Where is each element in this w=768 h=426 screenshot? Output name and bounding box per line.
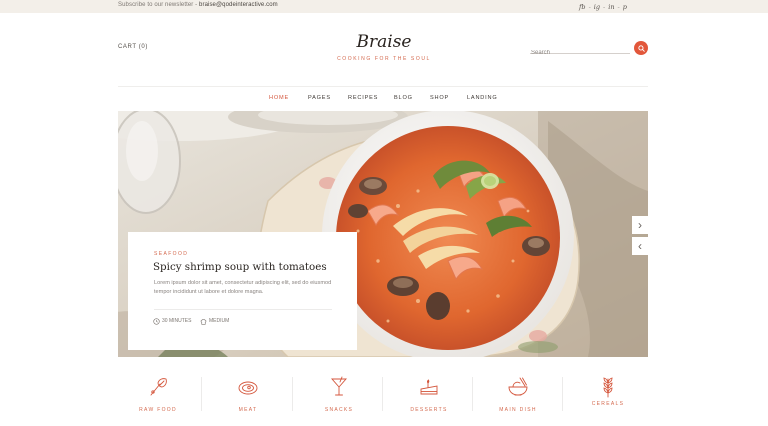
- recipe-time-value: 30 MINUTES: [162, 318, 192, 324]
- clock-icon: [153, 317, 160, 325]
- category-label: MEAT: [238, 407, 258, 413]
- recipe-title[interactable]: Spicy shrimp soup with tomatoes: [153, 261, 327, 273]
- site-tagline: COOKING FOR THE SOUL: [337, 56, 431, 62]
- cart-link[interactable]: CART (0): [118, 44, 148, 50]
- chevron-left-icon: ‹: [638, 239, 642, 253]
- category-divider: [472, 377, 473, 411]
- category-divider: [292, 377, 293, 411]
- search-box: [530, 41, 630, 59]
- category-divider: [201, 377, 202, 411]
- instagram-icon[interactable]: ig: [594, 3, 600, 11]
- linkedin-icon[interactable]: in: [608, 3, 614, 11]
- slider-prev-button[interactable]: ‹: [632, 237, 648, 255]
- category-cereals[interactable]: CEREALS: [568, 371, 648, 416]
- social-separator: -: [588, 2, 591, 11]
- nav-item-shop[interactable]: SHOP: [430, 95, 449, 101]
- nav-item-home[interactable]: HOME: [269, 95, 289, 101]
- social-separator: -: [617, 2, 620, 11]
- nav-item-blog[interactable]: BLOG: [394, 95, 413, 101]
- category-label: MAIN DISH: [499, 407, 537, 413]
- pinterest-icon[interactable]: p: [623, 3, 627, 11]
- search-button[interactable]: [634, 41, 648, 55]
- search-icon: [637, 44, 645, 52]
- category-raw-food[interactable]: RAW FOOD: [118, 371, 198, 416]
- featured-recipe-card: SEAFOOD Spicy shrimp soup with tomatoes …: [128, 232, 357, 350]
- category-label: CEREALS: [591, 401, 625, 407]
- wheat-icon: [603, 377, 613, 398]
- recipe-time: 30 MINUTES: [153, 317, 191, 325]
- site-logo[interactable]: Braise: [334, 32, 434, 52]
- facebook-icon[interactable]: fb: [579, 3, 586, 11]
- recipe-difficulty: MEDIUM: [200, 317, 229, 325]
- newsletter-text: Subscribe to our newsletter -: [118, 2, 200, 8]
- category-meat[interactable]: MEAT: [208, 371, 288, 416]
- chevron-right-icon: ›: [638, 218, 642, 232]
- nav-item-pages[interactable]: PAGES: [308, 95, 331, 101]
- meat-icon: [238, 381, 258, 395]
- category-main-dish[interactable]: MAIN DISH: [478, 371, 558, 416]
- newsletter-email-link[interactable]: braise@qodeinteractive.com: [199, 2, 278, 8]
- recipe-difficulty-value: MEDIUM: [209, 318, 230, 324]
- top-bar: Subscribe to our newsletter - braise@qod…: [0, 0, 768, 13]
- chef-hat-icon: [200, 318, 207, 325]
- category-label: RAW FOOD: [139, 407, 177, 413]
- nav-item-landing[interactable]: LANDING: [467, 95, 497, 101]
- search-input[interactable]: [530, 47, 630, 59]
- category-divider: [382, 377, 383, 411]
- social-links: fb - ig - in - p: [579, 1, 627, 12]
- nav-item-recipes[interactable]: RECIPES: [348, 95, 378, 101]
- newsletter-notice: Subscribe to our newsletter - braise@qod…: [118, 2, 278, 8]
- cake-icon: [420, 379, 438, 395]
- category-label: SNACKS: [324, 407, 354, 413]
- category-strip: RAW FOOD MEAT SNACKS DESSERTS MAIN DISH …: [118, 371, 648, 416]
- card-divider: [154, 309, 332, 310]
- slider-next-button[interactable]: ›: [632, 216, 648, 234]
- main-nav: HOME PAGES RECIPES BLOG SHOP LANDING: [118, 86, 648, 110]
- recipe-category[interactable]: SEAFOOD: [154, 251, 188, 257]
- social-separator: -: [603, 2, 606, 11]
- category-label: DESSERTS: [410, 407, 448, 413]
- category-desserts[interactable]: DESSERTS: [389, 371, 469, 416]
- category-snacks[interactable]: SNACKS: [299, 371, 379, 416]
- bowl-icon: [508, 377, 528, 396]
- cocktail-icon: [331, 376, 347, 396]
- raw-food-icon: [150, 378, 167, 396]
- recipe-excerpt: Lorem ipsum dolor sit amet, consectetur …: [154, 280, 332, 295]
- category-divider: [562, 377, 563, 411]
